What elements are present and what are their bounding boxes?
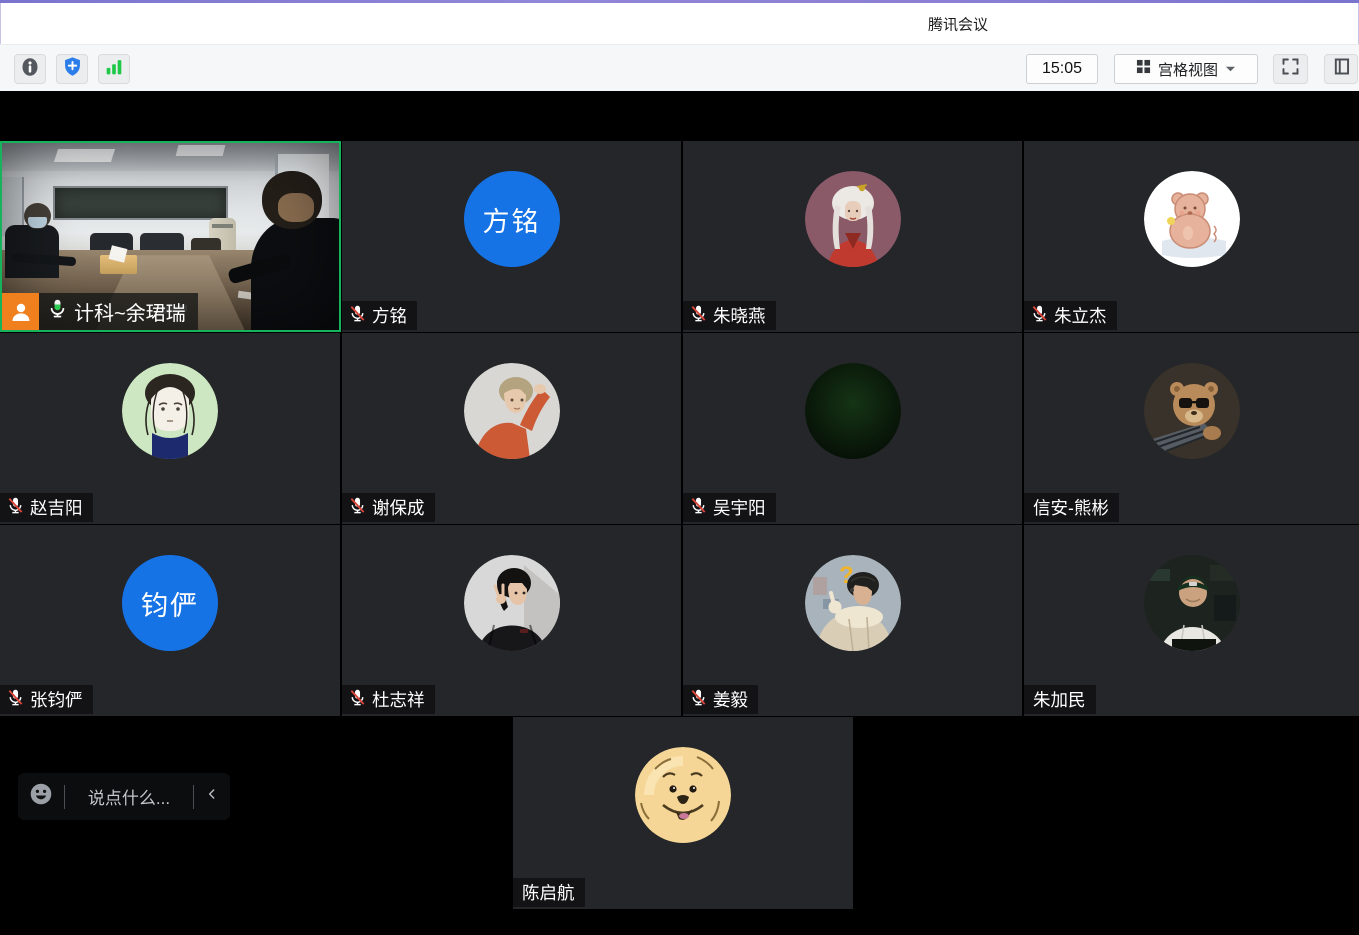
layout-view-dropdown[interactable]: 宫格视图: [1114, 54, 1258, 84]
participant-name: 谢保成: [372, 495, 425, 520]
chat-quick-bar[interactable]: 说点什么...: [18, 773, 230, 820]
profile-avatar: [1144, 555, 1240, 651]
participant-tile[interactable]: ? 姜毅: [683, 525, 1022, 716]
profile-avatar: [464, 555, 560, 651]
fullscreen-icon: [1280, 56, 1301, 82]
participant-tile[interactable]: 方铭 方铭: [342, 141, 681, 332]
network-status-button[interactable]: [98, 54, 130, 84]
profile-avatar: [1144, 171, 1240, 267]
divider: [64, 785, 65, 809]
participant-name: 朱立杰: [1054, 303, 1107, 328]
meeting-timer: 15:05: [1026, 54, 1098, 84]
participant-name: 张钧俨: [30, 687, 83, 712]
view-mode-label: 宫格视图: [1158, 59, 1218, 80]
meeting-time-text: 15:05: [1042, 60, 1082, 78]
chat-input-placeholder[interactable]: 说点什么...: [75, 784, 183, 809]
participant-name: 陈启航: [522, 880, 575, 905]
participant-tile[interactable]: 吴宇阳: [683, 333, 1022, 524]
participant-name: 杜志祥: [372, 687, 425, 712]
titlebar: 腾讯会议: [0, 3, 1359, 44]
emoji-icon[interactable]: [28, 781, 54, 812]
participant-name: 方铭: [372, 303, 407, 328]
fullscreen-button[interactable]: [1273, 54, 1308, 84]
muted-mic-icon: [348, 304, 367, 328]
participant-tile[interactable]: 杜志祥: [342, 525, 681, 716]
participant-tile[interactable]: 赵吉阳: [0, 333, 340, 524]
initials-avatar: 钧俨: [122, 555, 218, 651]
participant-name: 计科~余珺瑞: [74, 297, 186, 326]
svg-text:?: ?: [839, 562, 854, 589]
profile-avatar: [805, 363, 901, 459]
sidebar-toggle-button[interactable]: [1324, 54, 1358, 84]
network-signal-icon: [103, 56, 125, 83]
initials-avatar: 方铭: [464, 171, 560, 267]
participant-tile[interactable]: 钧俨 张钧俨: [0, 525, 340, 716]
participant-tile[interactable]: 朱晓燕: [683, 141, 1022, 332]
profile-avatar: [122, 363, 218, 459]
profile-avatar: [464, 363, 560, 459]
self-indicator-icon: [2, 293, 39, 330]
participant-tile[interactable]: 朱加民: [1024, 525, 1359, 716]
muted-mic-icon: [689, 688, 708, 712]
participant-tile[interactable]: 谢保成: [342, 333, 681, 524]
participant-name: 吴宇阳: [713, 495, 766, 520]
security-shield-icon: [62, 56, 83, 82]
chevron-down-icon: [1225, 60, 1236, 78]
participant-name: 赵吉阳: [30, 495, 83, 520]
participant-tile-self[interactable]: 计科~余珺瑞: [0, 141, 341, 332]
collapse-chevron-icon[interactable]: [204, 786, 220, 807]
profile-avatar: [1144, 363, 1240, 459]
muted-mic-icon: [689, 496, 708, 520]
participant-tile[interactable]: 陈启航: [513, 717, 853, 909]
participant-tile[interactable]: 朱立杰: [1024, 141, 1359, 332]
participant-tile[interactable]: 信安-熊彬: [1024, 333, 1359, 524]
muted-mic-icon: [689, 304, 708, 328]
window-title: 腾讯会议: [928, 13, 988, 34]
profile-avatar: ?: [805, 555, 901, 651]
participant-name: 信安-熊彬: [1033, 495, 1109, 520]
muted-mic-icon: [348, 496, 367, 520]
participant-name: 姜毅: [713, 687, 748, 712]
toolbar: 15:05 宫格视图: [0, 44, 1359, 93]
muted-mic-icon: [1030, 304, 1049, 328]
participant-name: 朱加民: [1033, 687, 1086, 712]
divider: [193, 785, 194, 809]
sidebar-toggle-icon: [1331, 56, 1352, 82]
profile-avatar: [635, 747, 731, 843]
grid-view-icon: [1136, 59, 1151, 79]
active-mic-icon: [47, 298, 68, 325]
muted-mic-icon: [6, 496, 25, 520]
muted-mic-icon: [6, 688, 25, 712]
security-button[interactable]: [56, 54, 88, 84]
meeting-info-button[interactable]: [14, 54, 46, 84]
muted-mic-icon: [348, 688, 367, 712]
meeting-info-icon: [19, 56, 41, 83]
profile-avatar: [805, 171, 901, 267]
participant-name: 朱晓燕: [713, 303, 766, 328]
